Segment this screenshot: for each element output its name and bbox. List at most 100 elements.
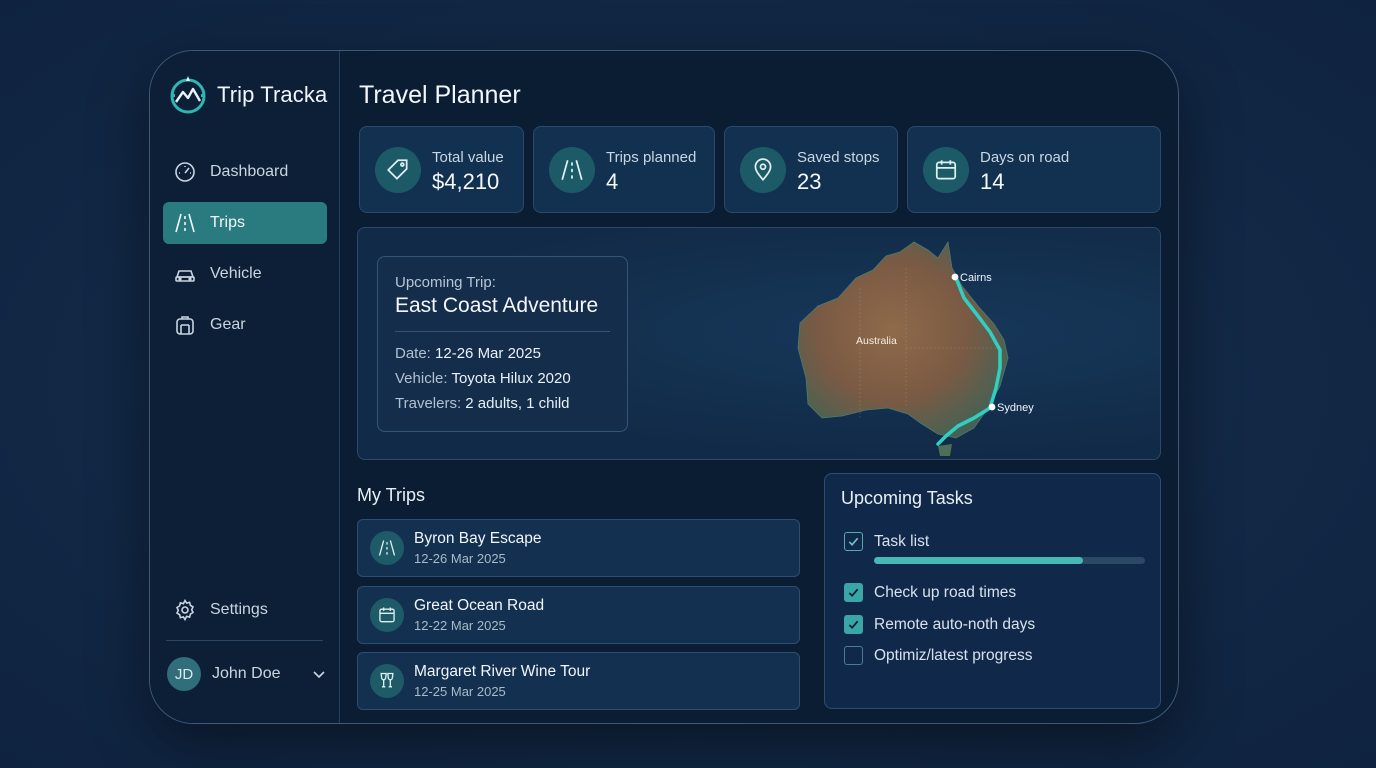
task-checkbox[interactable] [844, 532, 863, 551]
gauge-icon [175, 162, 195, 182]
stat-card-total-value[interactable]: Total value $4,210 [359, 126, 524, 213]
trip-travelers-value: 2 adults, 1 child [465, 395, 570, 412]
task-item[interactable]: Optimiz/latest progress [844, 646, 1033, 665]
user-name: John Doe [212, 665, 281, 682]
sidebar-item-label: Vehicle [210, 265, 262, 282]
stat-icon-wrap [740, 147, 786, 193]
car-icon [175, 270, 195, 282]
upcoming-trip-card[interactable]: Upcoming Trip: East Coast Adventure Date… [377, 256, 628, 432]
trip-vehicle-row: Vehicle: Toyota Hilux 2020 [395, 370, 571, 387]
trip-travelers-row: Travelers: 2 adults, 1 child [395, 395, 570, 412]
sidebar-item-label: Trips [210, 214, 245, 231]
settings-section: Settings [163, 589, 327, 640]
stat-value: 14 [980, 169, 1005, 194]
road-icon [561, 160, 583, 180]
task-label: Optimiz/latest progress [874, 646, 1033, 664]
app-window: Trip Tracka Dashboard Trips Vehicle Gear… [149, 50, 1179, 724]
trip-name: Margaret River Wine Tour [414, 663, 591, 680]
check-icon [848, 620, 859, 630]
brand[interactable]: Trip Tracka [168, 75, 327, 115]
stat-label: Total value [432, 149, 504, 166]
chevron-down-icon[interactable] [311, 666, 327, 682]
map-label-start: Cairns [960, 272, 992, 284]
road-icon [378, 540, 396, 556]
user-menu[interactable]: JD John Doe [167, 657, 327, 691]
sidebar-item-dashboard[interactable]: Dashboard [163, 151, 327, 193]
my-trips-title: My Trips [357, 485, 426, 505]
task-item[interactable]: Remote auto-noth days [844, 615, 1035, 634]
task-progress-fill [874, 557, 1083, 564]
task-progress-bar [874, 557, 1145, 564]
task-item[interactable]: Check up road times [844, 583, 1016, 602]
upcoming-trip-map-panel: Upcoming Trip: East Coast Adventure Date… [357, 227, 1161, 460]
sidebar-item-label: Gear [210, 316, 246, 333]
trip-vehicle-label: Vehicle: [395, 370, 448, 387]
sidebar-item-vehicle[interactable]: Vehicle [163, 253, 327, 295]
upcoming-tasks-panel: Upcoming Tasks Task list Check up road t… [824, 473, 1161, 709]
stat-icon-wrap [375, 147, 421, 193]
task-checkbox[interactable] [844, 615, 863, 634]
trip-name: Byron Bay Escape [414, 530, 542, 547]
map-pin-icon [754, 158, 772, 182]
sidebar-item-trips[interactable]: Trips [163, 202, 327, 244]
trip-list-item[interactable]: Great Ocean Road 12-22 Mar 2025 [357, 586, 800, 644]
stat-card-days-on-road[interactable]: Days on road 14 [907, 126, 1161, 213]
trip-date: 12-22 Mar 2025 [414, 618, 506, 633]
task-checkbox[interactable] [844, 583, 863, 602]
stat-icon-wrap [549, 147, 595, 193]
road-icon [175, 213, 195, 233]
trip-icon-wrap [370, 531, 404, 565]
stat-value: $4,210 [432, 169, 500, 194]
task-label: Remote auto-noth days [874, 615, 1036, 633]
tag-icon [387, 159, 408, 180]
stat-value: 23 [797, 169, 822, 194]
sidebar-item-label: Settings [210, 601, 268, 618]
trip-name: Great Ocean Road [414, 597, 545, 614]
trip-date: 12-26 Mar 2025 [414, 551, 506, 566]
sidebar-nav: Dashboard Trips Vehicle Gear [163, 151, 327, 355]
gear-icon [175, 598, 195, 622]
stat-value: 4 [606, 169, 619, 194]
card-divider [395, 331, 610, 332]
map-label-country: Australia [856, 335, 897, 347]
main-content: Travel Planner Total value $4,210 Trips … [340, 51, 1178, 723]
upcoming-trip-prefix: Upcoming Trip: [395, 274, 496, 291]
trip-date-label: Date: [395, 345, 431, 362]
task-item[interactable]: Task list [844, 532, 929, 551]
compass-mountain-logo-icon [170, 76, 206, 114]
trip-date-value: 12-26 Mar 2025 [435, 345, 541, 362]
check-icon [848, 537, 859, 546]
upcoming-tasks-title: Upcoming Tasks [841, 488, 973, 508]
trip-icon-wrap [370, 664, 404, 698]
sidebar-item-label: Dashboard [210, 163, 289, 180]
route-end-marker [988, 403, 996, 411]
backpack-icon [176, 316, 194, 335]
page-title: Travel Planner [359, 81, 521, 109]
trip-icon-wrap [370, 598, 404, 632]
trip-date: 12-25 Mar 2025 [414, 684, 506, 699]
sidebar-item-gear[interactable]: Gear [163, 304, 327, 346]
trip-vehicle-value: Toyota Hilux 2020 [451, 370, 571, 387]
stat-label: Trips planned [606, 149, 697, 166]
trip-list-item[interactable]: Byron Bay Escape 12-26 Mar 2025 [357, 519, 800, 577]
trip-list-item[interactable]: Margaret River Wine Tour 12-25 Mar 2025 [357, 652, 800, 710]
tasmania [938, 444, 952, 456]
stat-card-saved-stops[interactable]: Saved stops 23 [724, 126, 898, 213]
sidebar: Trip Tracka Dashboard Trips Vehicle Gear… [150, 51, 340, 723]
trip-date-row: Date: 12-26 Mar 2025 [395, 345, 541, 362]
trip-travelers-label: Travelers: [395, 395, 462, 412]
sidebar-item-settings[interactable]: Settings [163, 589, 327, 631]
stat-label: Saved stops [797, 149, 880, 166]
stat-label: Days on road [980, 149, 1070, 166]
stat-card-trips-planned[interactable]: Trips planned 4 [533, 126, 715, 213]
route-start-marker [951, 273, 959, 281]
check-icon [848, 588, 859, 598]
sidebar-divider [166, 640, 323, 641]
avatar: JD [167, 657, 201, 691]
australia-route-map[interactable]: Cairns Sydney Australia [738, 228, 1161, 460]
stat-icon-wrap [923, 147, 969, 193]
map-label-end: Sydney [997, 402, 1034, 414]
wine-glasses-icon [380, 672, 394, 688]
calendar-icon [379, 607, 395, 623]
task-checkbox[interactable] [844, 646, 863, 665]
